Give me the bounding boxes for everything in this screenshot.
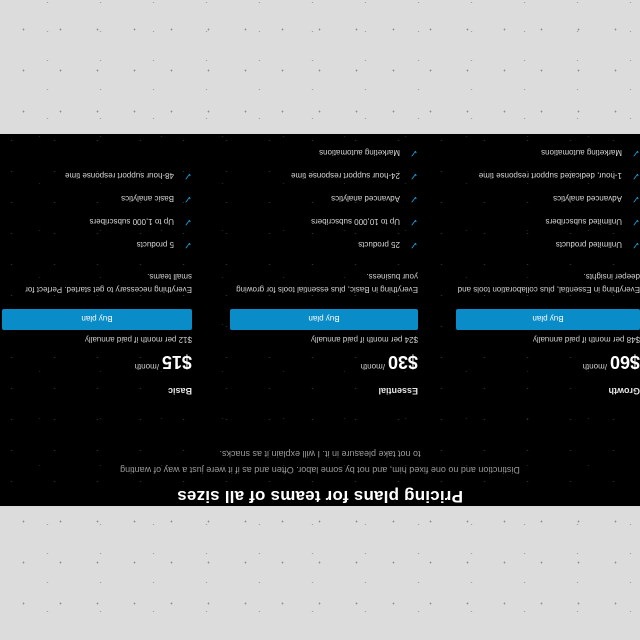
feature-label: Up to 10,000 subscribers [311, 217, 400, 226]
price-row: $30/month [360, 351, 418, 372]
feature-item: ✓ 48-hour support response time [65, 164, 192, 187]
check-icon: ✓ [631, 193, 640, 204]
price-row: $60/month [582, 351, 640, 372]
check-icon: ✓ [183, 193, 192, 204]
feature-item: ✓ Advanced analytics [291, 187, 418, 210]
buy-plan-button-essential[interactable]: Buy plan [230, 309, 418, 330]
check-icon: ✓ [183, 170, 192, 181]
check-icon: ✓ [409, 216, 418, 227]
annual-price-note: $48 per month if paid annually [532, 335, 640, 344]
feature-label: Unlimited subscribers [545, 217, 622, 226]
price-row: $15/month [134, 351, 192, 372]
plan-price: $30 [387, 352, 418, 372]
check-icon: ✓ [631, 239, 640, 250]
feature-item: ✓ Marketing automations [291, 141, 418, 164]
check-icon: ✓ [183, 216, 192, 227]
check-icon: ✓ [631, 216, 640, 227]
plan-description: Everything in Basic, plus essential tool… [236, 272, 418, 294]
feature-item: ✓ Up to 10,000 subscribers [291, 210, 418, 233]
plan-name: Growth [608, 386, 640, 396]
feature-label: Basic analytics [121, 194, 174, 203]
feature-label: 5 products [136, 240, 174, 249]
feature-item: ✓ Basic analytics [65, 187, 192, 210]
feature-item: ✓ Up to 1,000 subscribers [65, 210, 193, 233]
feature-item: ✓ Advanced analytics [479, 187, 640, 210]
feature-item: ✓ Unlimited subscribers [479, 210, 640, 233]
check-icon: ✓ [409, 193, 418, 204]
plan-price: $60 [609, 352, 640, 372]
feature-list: ✓ Unlimited products ✓ Unlimited subscribe… [479, 141, 640, 256]
feature-list: ✓ 25 products ✓ Up to 10,000 subscribers ✓… [291, 141, 418, 256]
buy-plan-button-basic[interactable]: Buy plan [2, 309, 192, 330]
plan-period: /month [134, 362, 159, 371]
plan-name: Essential [378, 386, 418, 396]
feature-label: 1-hour, dedicated support response time [478, 171, 622, 180]
feature-item: ✓ 5 products [65, 233, 192, 256]
check-icon: ✓ [409, 170, 418, 181]
plan-description: Everything necessary to get started. Per… [25, 272, 192, 294]
feature-item: ✓ 24-hour support response time [291, 164, 418, 187]
annual-price-note: $12 per month if paid annually [84, 335, 192, 344]
plan-period: /month [582, 362, 607, 371]
feature-label: Up to 1,000 subscribers [89, 217, 175, 226]
check-icon: ✓ [183, 239, 192, 250]
feature-list: ✓ 5 products ✓ Up to 1,000 subscribers ✓ Ba… [65, 164, 192, 256]
feature-item: ✓ Marketing automations [479, 141, 640, 164]
plan-period: /month [360, 362, 385, 371]
annual-price-note: $24 per month if paid annually [310, 335, 418, 344]
feature-item: ✓ 25 products [291, 233, 418, 256]
plans-grid: Basic $15/month $12 per month if paid an… [0, 134, 640, 506]
plan-price: $15 [161, 352, 192, 372]
feature-label: Unlimited products [555, 240, 622, 249]
pricing-section: Pricing plans for teams of all sizes Dis… [0, 134, 640, 506]
feature-label: Marketing automations [541, 148, 622, 157]
feature-label: Advanced analytics [553, 194, 622, 203]
feature-label: 25 products [358, 240, 400, 249]
check-icon: ✓ [409, 147, 418, 158]
feature-label: Marketing automations [319, 148, 400, 157]
plan-name: Basic [167, 386, 192, 396]
buy-plan-button-growth[interactable]: Buy plan [456, 309, 640, 330]
feature-label: Advanced analytics [331, 194, 400, 203]
plan-description: Everything in Essential, plus collaborat… [457, 272, 640, 294]
check-icon: ✓ [631, 170, 640, 181]
check-icon: ✓ [631, 147, 640, 158]
feature-item: ✓ 1-hour, dedicated support response time [479, 164, 640, 187]
feature-label: 48-hour support response time [65, 171, 174, 180]
feature-item: ✓ Unlimited products [479, 233, 640, 256]
feature-label: 24-hour support response time [291, 171, 400, 180]
check-icon: ✓ [409, 239, 418, 250]
